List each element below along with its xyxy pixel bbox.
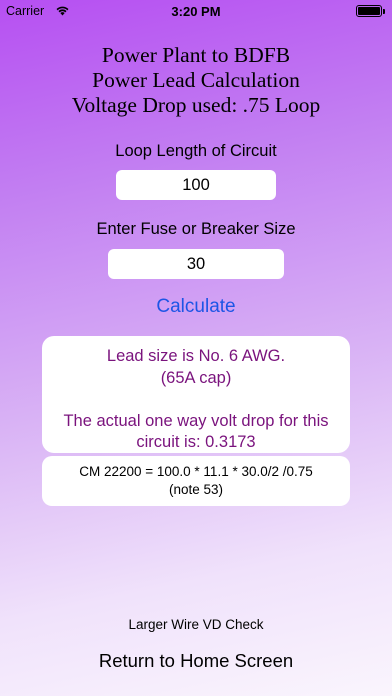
result-line-2: (65A cap) — [160, 368, 232, 387]
formula-line-1: CM 22200 = 100.0 * 11.1 * 30.0/2 /0.75 — [79, 464, 313, 479]
battery-tip — [383, 8, 385, 14]
title-line-1: Power Plant to BDFB — [101, 43, 291, 67]
result-line-1: Lead size is No. 6 AWG. — [106, 347, 286, 365]
result-line-3 — [42, 389, 350, 411]
loop-length-input[interactable] — [116, 170, 276, 200]
title-line-3: Voltage Drop used: .75 Loop — [71, 93, 321, 117]
page-title: Power Plant to BDFB Power Lead Calculati… — [0, 43, 392, 118]
fuse-size-label: Enter Fuse or Breaker Size — [96, 220, 296, 238]
result-line-4: The actual one way volt drop for this — [63, 411, 329, 430]
battery-icon — [356, 5, 382, 17]
calculate-button[interactable]: Calculate — [0, 296, 392, 318]
loop-length-label: Loop Length of Circuit — [115, 142, 277, 160]
fuse-size-input[interactable] — [108, 249, 284, 279]
status-time: 3:20 PM — [171, 4, 221, 19]
formula-box: CM 22200 = 100.0 * 11.1 * 30.0/2 /0.75 (… — [42, 456, 350, 506]
result-line-5: circuit is: 0.3173 — [136, 433, 256, 451]
status-bar: Carrier 3:20 PM — [0, 0, 392, 22]
result-box: Lead size is No. 6 AWG. (65A cap) The ac… — [42, 336, 350, 453]
title-line-2: Power Lead Calculation — [92, 68, 300, 92]
return-home-button[interactable]: Return to Home Screen — [0, 650, 392, 672]
larger-wire-vd-check-button[interactable]: Larger Wire VD Check — [0, 617, 392, 632]
formula-note: (note 53) — [168, 482, 224, 497]
